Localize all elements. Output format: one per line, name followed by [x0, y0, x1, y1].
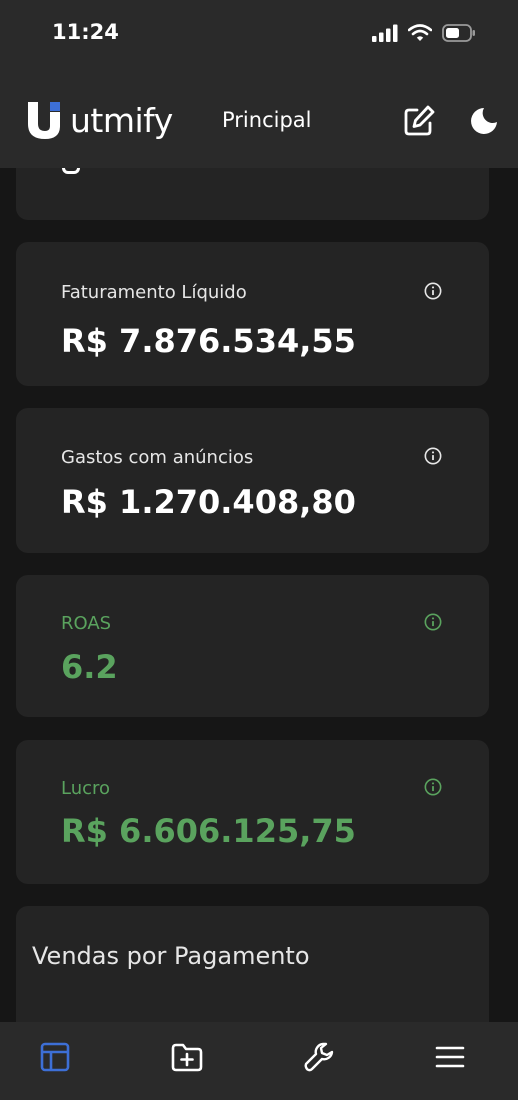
battery-icon [442, 24, 475, 42]
bottom-navigation [0, 1022, 518, 1100]
status-time: 11:24 [52, 20, 119, 44]
metric-card-lucro: Lucro R$ 6.606.125,75 [16, 740, 489, 884]
card-label: Gastos com anúncios [61, 447, 254, 468]
info-icon[interactable] [424, 447, 442, 465]
info-icon[interactable] [424, 282, 442, 300]
card-label: Faturamento Líquido [61, 282, 247, 303]
card-value: 6.2 [61, 648, 118, 686]
cellular-signal-icon [372, 24, 398, 42]
card-value: R$ 1.270.408,80 [61, 483, 356, 521]
card-label: Lucro [61, 778, 111, 799]
metric-card-roas: ROAS 6.2 [16, 575, 489, 717]
card-label: ROAS [61, 613, 112, 634]
wrench-icon[interactable] [302, 1040, 336, 1074]
metric-card-faturamento: Faturamento Líquido R$ 7.876.534,55 [16, 242, 489, 386]
utmify-logo[interactable]: utmify [26, 100, 173, 140]
dashboard-icon[interactable] [38, 1040, 72, 1074]
logo-text: utmify [70, 100, 173, 140]
info-icon[interactable] [424, 613, 442, 631]
top-bar: 11:24 utmify Principal [0, 0, 518, 168]
edit-icon[interactable] [402, 104, 436, 138]
status-icons [372, 20, 476, 46]
wifi-icon [408, 24, 432, 41]
logo-mark-icon [28, 102, 60, 139]
info-icon[interactable] [424, 778, 442, 796]
card-value: R$ 6.606.125,75 [61, 812, 356, 850]
page-title: Principal [222, 108, 312, 132]
metric-card-gastos: Gastos com anúncios R$ 1.270.408,80 [16, 408, 489, 553]
moon-icon[interactable] [468, 105, 500, 137]
folder-plus-icon[interactable] [170, 1040, 204, 1074]
section-title: Vendas por Pagamento [32, 942, 310, 970]
card-value: R$ 7.876.534,55 [61, 322, 356, 360]
menu-icon[interactable] [433, 1040, 467, 1074]
